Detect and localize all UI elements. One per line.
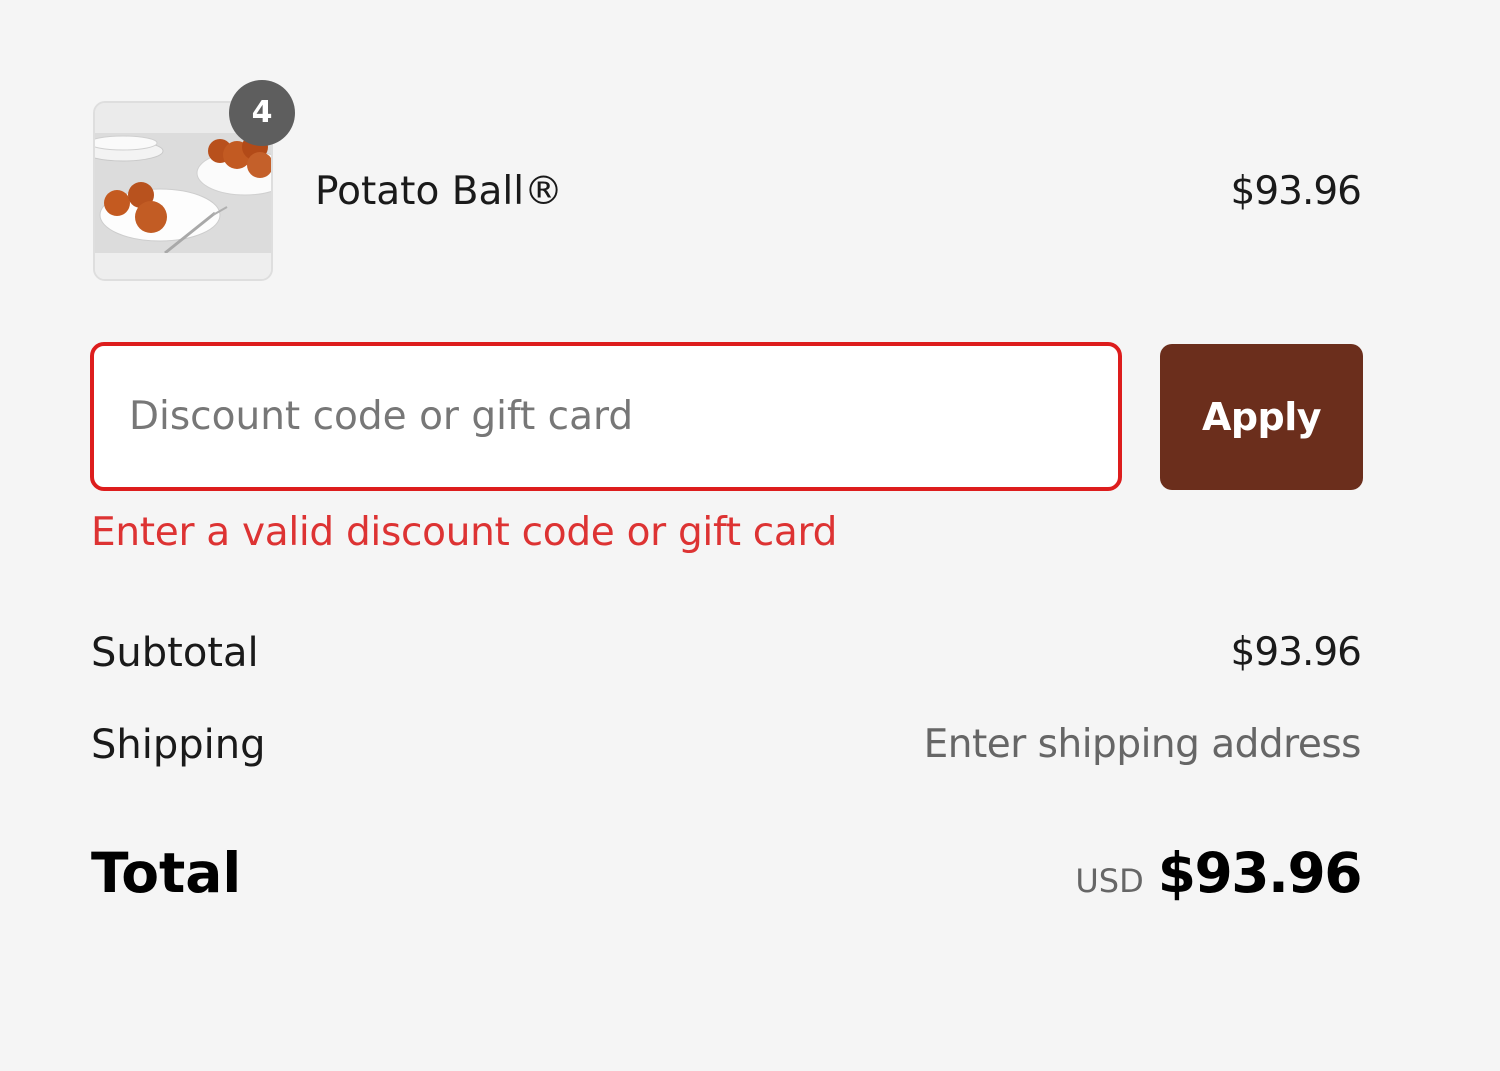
apply-discount-button[interactable]: Apply xyxy=(1160,344,1363,490)
product-price: $93.96 xyxy=(1230,169,1362,214)
total-label: Total xyxy=(91,841,242,905)
total-value: USD $93.96 xyxy=(1075,840,1363,920)
order-summary: 4 Potato Ball® $93.96 Apply Enter a vali… xyxy=(0,0,1500,1071)
shipping-label: Shipping xyxy=(91,722,266,768)
discount-code-input[interactable] xyxy=(90,342,1122,491)
discount-error-message: Enter a valid discount code or gift card xyxy=(91,510,838,555)
product-name: Potato Ball® xyxy=(315,169,564,214)
shipping-value: Enter shipping address xyxy=(923,722,1362,767)
subtotal-label: Subtotal xyxy=(91,630,259,676)
currency-code: USD xyxy=(1075,862,1144,900)
subtotal-value: $93.96 xyxy=(1230,630,1362,675)
total-amount: $93.96 xyxy=(1157,841,1363,905)
quantity-badge: 4 xyxy=(229,80,295,146)
